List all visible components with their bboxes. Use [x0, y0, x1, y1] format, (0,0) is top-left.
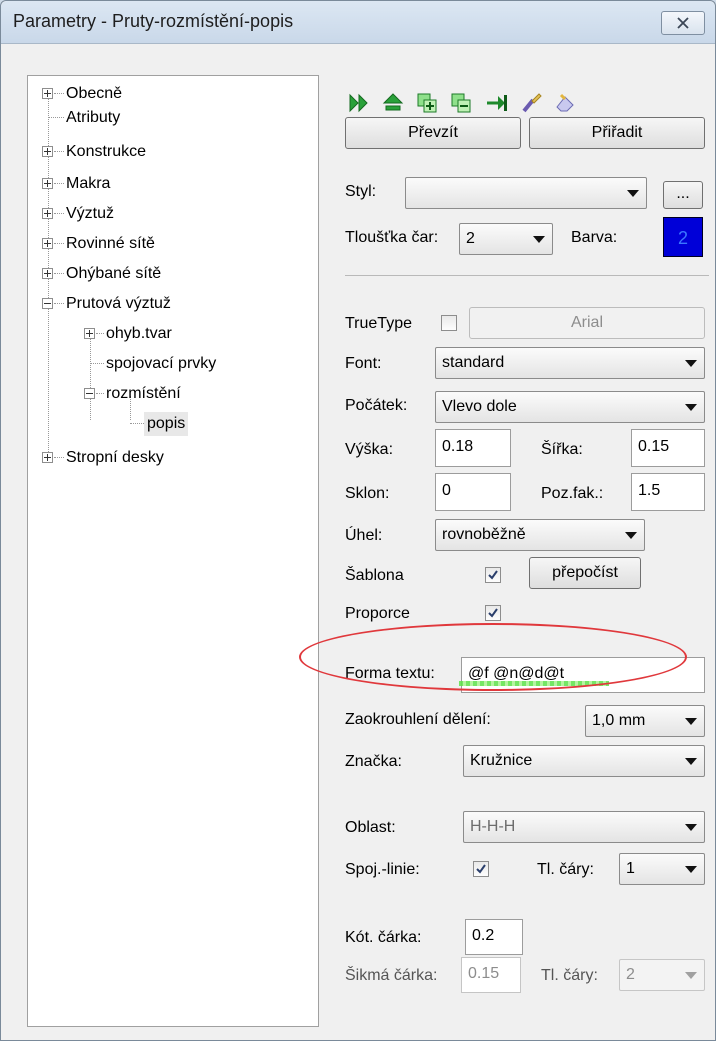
proportion-checkbox[interactable]: [485, 605, 501, 621]
font-arial-button[interactable]: Arial: [469, 307, 705, 339]
dim-tick-input[interactable]: 0.2: [465, 919, 523, 955]
style-label: Styl:: [345, 183, 377, 200]
add-grid-icon[interactable]: [415, 91, 439, 115]
chevron-down-icon: [685, 866, 697, 873]
width-label: Šířka:: [541, 441, 583, 458]
brush-icon[interactable]: [519, 91, 543, 115]
remove-grid-icon[interactable]: [449, 91, 473, 115]
checkmark-icon: [488, 570, 498, 580]
expand-plus-icon[interactable]: [42, 208, 53, 219]
slant-label: Sklon:: [345, 485, 390, 502]
line-thickness-label: Tloušťka čar:: [345, 229, 439, 246]
collapse-minus-icon[interactable]: [42, 298, 53, 309]
template-label: Šablona: [345, 567, 404, 584]
checkmark-icon: [476, 864, 486, 874]
mark-select[interactable]: Kružnice: [463, 745, 705, 777]
truetype-label: TrueType: [345, 315, 412, 332]
chevron-down-icon: [685, 758, 697, 765]
rounding-label: Zaokrouhlení dělení:: [345, 711, 491, 728]
pin-icon[interactable]: [485, 91, 509, 115]
font-label: Font:: [345, 355, 382, 372]
line-thickness-2-select[interactable]: 1: [619, 853, 705, 885]
area-label: Oblast:: [345, 819, 396, 836]
prepocist-button[interactable]: přepočíst: [529, 557, 641, 589]
priradit-button[interactable]: Přiřadit: [529, 117, 705, 149]
area-select[interactable]: H-H-H: [463, 811, 705, 843]
checkmark-icon: [488, 608, 498, 618]
origin-label: Počátek:: [345, 397, 408, 414]
line-thickness-3-label: Tl. čáry:: [541, 967, 598, 984]
collapse-minus-icon[interactable]: [84, 388, 95, 399]
prevzit-button[interactable]: Převzít: [345, 117, 521, 149]
slant-input[interactable]: 0: [435, 473, 511, 511]
chevron-down-icon: [627, 190, 639, 197]
chevron-down-icon: [685, 718, 697, 725]
eraser-icon[interactable]: [553, 91, 577, 115]
chevron-down-icon: [685, 824, 697, 831]
chevron-down-icon: [685, 404, 697, 411]
parameters-window: Parametry - Pruty-rozmístění-popis Obecn…: [0, 0, 716, 1041]
connection-line-label: Spoj.-linie:: [345, 861, 420, 878]
truetype-checkbox[interactable]: [441, 315, 457, 331]
proportion-label: Proporce: [345, 605, 410, 622]
color-label: Barva:: [571, 229, 618, 246]
tree-panel[interactable]: Obecně Atributy Konstrukce Makra Výztuž …: [27, 75, 319, 1027]
connection-line-checkbox[interactable]: [473, 861, 489, 877]
rounding-select[interactable]: 1,0 mm: [585, 705, 705, 737]
height-input[interactable]: 0.18: [435, 429, 511, 467]
expand-plus-icon[interactable]: [84, 328, 95, 339]
pos-factor-label: Poz.fak.:: [541, 485, 604, 502]
template-checkbox[interactable]: [485, 567, 501, 583]
chevron-down-icon: [625, 532, 637, 539]
oblique-tick-input[interactable]: 0.15: [461, 957, 521, 993]
line-thickness-3-select[interactable]: 2: [619, 959, 705, 991]
mark-label: Značka:: [345, 753, 402, 770]
line-thickness-select[interactable]: 2: [459, 223, 553, 255]
expand-plus-icon[interactable]: [42, 238, 53, 249]
window-title: Parametry - Pruty-rozmístění-popis: [13, 11, 294, 31]
chevron-down-icon: [533, 236, 545, 243]
divider: [345, 275, 709, 276]
chevron-down-icon: [685, 972, 697, 979]
move-top-icon[interactable]: [381, 91, 405, 115]
angle-label: Úhel:: [345, 527, 383, 544]
style-browse-button[interactable]: ...: [663, 181, 703, 209]
font-select[interactable]: standard: [435, 347, 705, 379]
pos-factor-input[interactable]: 1.5: [631, 473, 705, 511]
title-bar: Parametry - Pruty-rozmístění-popis: [1, 1, 715, 44]
line-thickness-2-label: Tl. čáry:: [537, 861, 594, 878]
expand-plus-icon[interactable]: [42, 178, 53, 189]
expand-plus-icon[interactable]: [42, 146, 53, 157]
chevron-down-icon: [685, 360, 697, 367]
width-input[interactable]: 0.15: [631, 429, 705, 467]
origin-select[interactable]: Vlevo dole: [435, 391, 705, 423]
oblique-tick-label: Šikmá čárka:: [345, 967, 438, 984]
close-icon: [677, 17, 689, 29]
dim-tick-label: Kót. čárka:: [345, 929, 422, 946]
highlight-ellipse: [299, 623, 687, 691]
color-swatch[interactable]: 2: [663, 217, 703, 257]
double-arrow-right-icon[interactable]: [347, 91, 371, 115]
height-label: Výška:: [345, 441, 394, 458]
angle-select[interactable]: rovnoběžně: [435, 519, 645, 551]
close-button[interactable]: [661, 11, 705, 35]
expand-plus-icon[interactable]: [42, 452, 53, 463]
style-select[interactable]: [405, 177, 647, 209]
expand-plus-icon[interactable]: [42, 88, 53, 99]
expand-plus-icon[interactable]: [42, 268, 53, 279]
